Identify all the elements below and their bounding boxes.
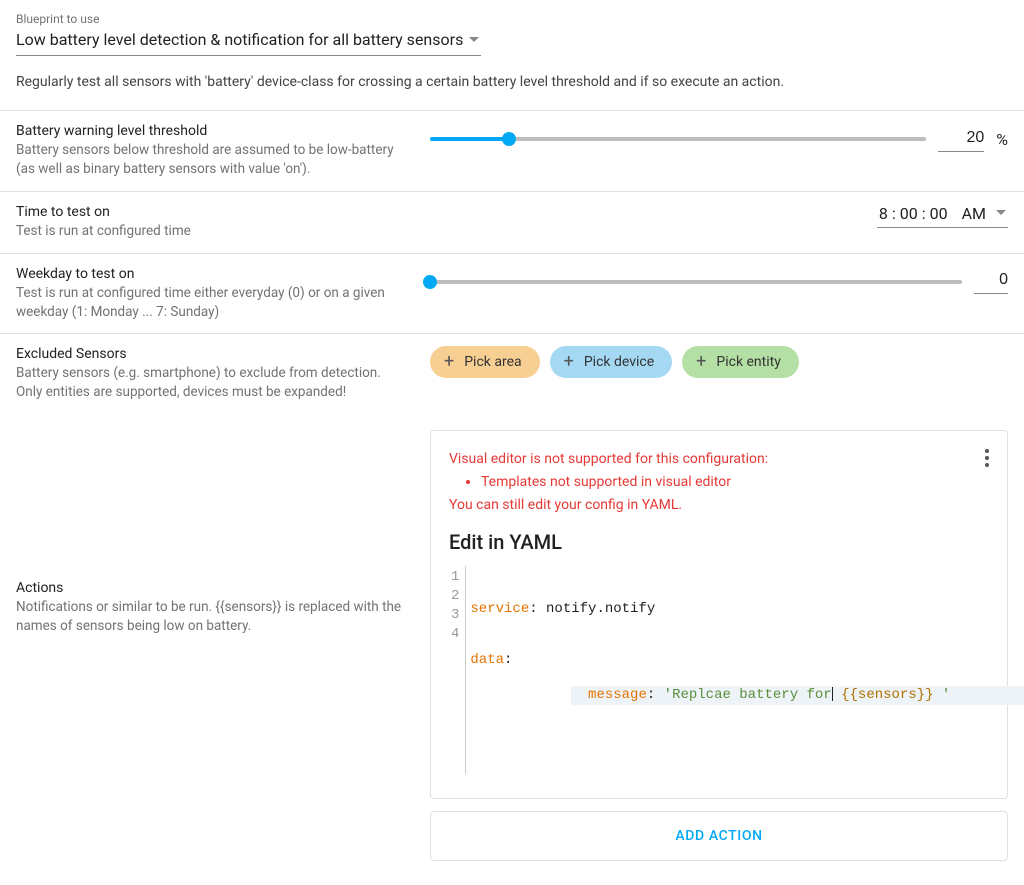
threshold-row: Battery warning level threshold Battery … xyxy=(0,110,1024,191)
kebab-menu-icon[interactable] xyxy=(981,445,993,471)
edit-yaml-heading: Edit in YAML xyxy=(449,530,989,554)
yaml-editor-card: Visual editor is not supported for this … xyxy=(430,430,1008,799)
weekday-input[interactable] xyxy=(974,269,1008,294)
blueprint-field-label: Blueprint to use xyxy=(16,12,1008,26)
threshold-input[interactable] xyxy=(938,127,984,152)
time-ampm: AM xyxy=(962,204,986,223)
pick-area-button[interactable]: + Pick area xyxy=(430,346,540,378)
error-footer: You can still edit your config in YAML. xyxy=(449,495,989,516)
slider-thumb[interactable] xyxy=(502,132,516,146)
excluded-row: Excluded Sensors Battery sensors (e.g. s… xyxy=(0,333,1024,414)
blueprint-description: Regularly test all sensors with 'battery… xyxy=(16,74,1008,90)
weekday-row: Weekday to test on Test is run at config… xyxy=(0,253,1024,334)
threshold-title: Battery warning level threshold xyxy=(16,123,408,139)
actions-desc: Notifications or similar to be run. {{se… xyxy=(16,598,408,636)
weekday-slider[interactable] xyxy=(430,280,962,284)
threshold-slider[interactable] xyxy=(430,137,926,141)
add-action-button[interactable]: ADD ACTION xyxy=(430,811,1008,861)
weekday-desc: Test is run at configured time either ev… xyxy=(16,284,408,322)
slider-thumb[interactable] xyxy=(423,275,437,289)
threshold-desc: Battery sensors below threshold are assu… xyxy=(16,141,408,179)
excluded-title: Excluded Sensors xyxy=(16,346,408,362)
time-hour: 8 xyxy=(879,204,888,223)
plus-icon: + xyxy=(444,355,454,369)
chevron-down-icon xyxy=(996,210,1006,215)
excluded-desc: Battery sensors (e.g. smartphone) to exc… xyxy=(16,364,408,402)
pick-device-button[interactable]: + Pick device xyxy=(550,346,673,378)
chevron-down-icon xyxy=(469,37,479,42)
plus-icon: + xyxy=(564,355,574,369)
time-title: Time to test on xyxy=(16,204,408,220)
error-item: Templates not supported in visual editor xyxy=(481,472,989,493)
blueprint-select[interactable]: Low battery level detection & notificati… xyxy=(16,28,481,56)
pick-entity-button[interactable]: + Pick entity xyxy=(682,346,799,378)
time-picker[interactable]: 8 : 00 : 00 AM xyxy=(877,204,1008,228)
actions-row: Actions Notifications or similar to be r… xyxy=(0,414,1024,869)
yaml-editor[interactable]: 1234 service: notify.notify data: messag… xyxy=(449,566,989,774)
threshold-unit: % xyxy=(996,130,1008,149)
time-desc: Test is run at configured time xyxy=(16,222,408,241)
weekday-title: Weekday to test on xyxy=(16,266,408,282)
time-sec: 00 xyxy=(930,204,948,223)
plus-icon: + xyxy=(696,355,706,369)
line-gutter: 1234 xyxy=(449,566,466,774)
error-header: Visual editor is not supported for this … xyxy=(449,449,989,470)
actions-title: Actions xyxy=(16,580,408,596)
time-min: 00 xyxy=(900,204,918,223)
blueprint-selected-value: Low battery level detection & notificati… xyxy=(16,30,463,49)
time-row: Time to test on Test is run at configure… xyxy=(0,191,1024,253)
